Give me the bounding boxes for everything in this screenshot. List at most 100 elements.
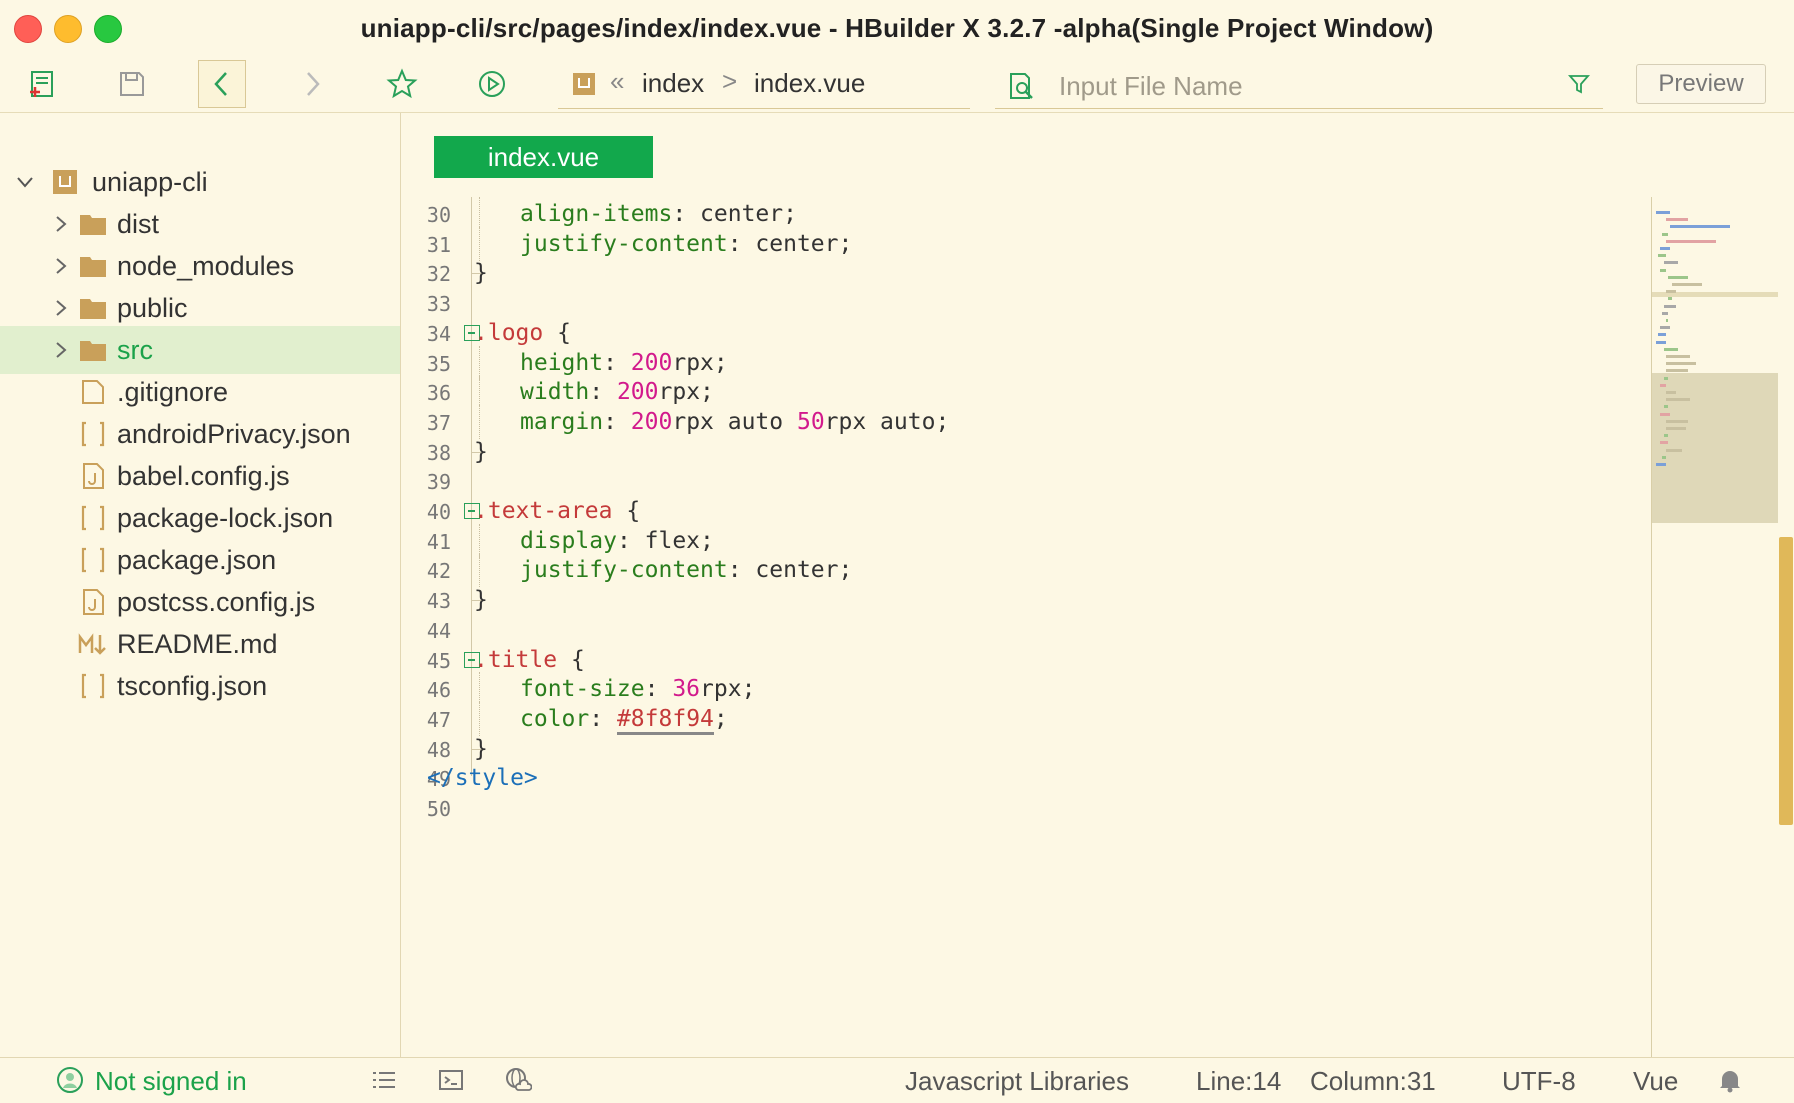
minimap-line bbox=[1666, 355, 1690, 358]
file-search-input[interactable] bbox=[1057, 68, 1541, 104]
code-token: ; bbox=[713, 350, 728, 376]
code-token: .text-area bbox=[474, 498, 613, 524]
line-number: 38 bbox=[426, 441, 451, 465]
minimap-line bbox=[1660, 268, 1666, 272]
javascript-libraries[interactable]: Javascript Libraries bbox=[905, 1066, 1129, 1097]
tree-item-androidprivacy-json[interactable]: androidPrivacy.json bbox=[0, 410, 400, 458]
code-line[interactable]: 39 bbox=[401, 464, 1651, 498]
tree-item-tsconfig-json[interactable]: tsconfig.json bbox=[0, 662, 400, 710]
run-button[interactable] bbox=[468, 60, 516, 108]
code-token: font-size bbox=[520, 676, 645, 702]
code-token: width bbox=[520, 379, 590, 405]
tree-item-package-json[interactable]: package.json bbox=[0, 536, 400, 584]
minimap-line bbox=[1662, 311, 1668, 315]
preview-button[interactable]: Preview bbox=[1636, 64, 1766, 104]
code-line[interactable]: 50 bbox=[401, 791, 1651, 825]
minimap-line bbox=[1666, 319, 1668, 322]
code-token: center bbox=[755, 231, 839, 257]
chevron-right-icon[interactable] bbox=[52, 341, 70, 359]
breadcrumb: « index > index.vue bbox=[558, 62, 970, 109]
code-token: rpx bbox=[700, 676, 742, 702]
language-mode[interactable]: Vue bbox=[1633, 1066, 1678, 1097]
code-line[interactable]: 42 justify-content: center; bbox=[401, 553, 1651, 587]
minimap-line bbox=[1666, 391, 1676, 394]
chevron-right-icon[interactable] bbox=[52, 257, 70, 275]
line-number: 32 bbox=[426, 262, 451, 286]
tree-item-label: postcss.config.js bbox=[117, 586, 316, 617]
code-token: : bbox=[644, 676, 673, 702]
code-token: } bbox=[474, 587, 488, 613]
new-file-button[interactable] bbox=[18, 60, 66, 108]
tree-item-node-modules[interactable]: node_modules bbox=[0, 242, 400, 290]
minimap-line bbox=[1666, 362, 1696, 366]
window-title: uniapp-cli/src/pages/index/index.vue - H… bbox=[360, 13, 1434, 43]
code-line[interactable]: 30 align-items: center; bbox=[401, 197, 1651, 231]
code-line[interactable]: 32} bbox=[401, 256, 1651, 290]
code-token: 200 bbox=[630, 350, 673, 376]
tree-item-babel-config-js[interactable]: babel.config.js bbox=[0, 452, 400, 500]
tree-item-src[interactable]: src bbox=[0, 326, 400, 374]
code-token: } bbox=[474, 260, 488, 286]
editor-tab-active[interactable]: index.vue bbox=[434, 136, 653, 178]
code-line[interactable]: 47 color: #8f8f94; bbox=[401, 702, 1651, 736]
code-token: ; bbox=[838, 231, 853, 257]
line-number: 50 bbox=[426, 797, 451, 821]
code-line[interactable]: 37 margin: 200rpx auto 50rpx auto; bbox=[401, 405, 1651, 439]
code-token: 50 bbox=[796, 409, 825, 435]
chevron-right-icon[interactable] bbox=[52, 299, 70, 317]
cloud-globe-icon[interactable] bbox=[504, 1066, 532, 1094]
back-button[interactable] bbox=[198, 60, 246, 108]
minimap-line bbox=[1662, 232, 1668, 236]
tree-item-postcss-config-js[interactable]: postcss.config.js bbox=[0, 578, 400, 626]
favorite-button[interactable] bbox=[378, 60, 426, 108]
tree-item-gitignore[interactable]: .gitignore bbox=[0, 368, 400, 416]
code-token: : bbox=[589, 379, 617, 405]
js-file-icon bbox=[83, 463, 104, 489]
code-line[interactable]: 40 .text-area { bbox=[401, 494, 1651, 528]
chevron-right-icon[interactable] bbox=[52, 215, 70, 233]
code-line[interactable]: 33 bbox=[401, 286, 1651, 320]
sign-in-status[interactable]: Not signed in bbox=[95, 1066, 247, 1097]
code-token: { bbox=[543, 320, 571, 346]
tree-item-project[interactable]: uniapp-cli bbox=[0, 158, 400, 206]
terminal-icon[interactable] bbox=[437, 1066, 465, 1094]
code-token: 200 bbox=[630, 409, 673, 435]
code-token: display bbox=[520, 528, 617, 554]
code-line[interactable]: 43} bbox=[401, 583, 1651, 617]
user-avatar-icon[interactable] bbox=[56, 1066, 84, 1094]
code-token: center bbox=[700, 201, 784, 227]
minimap-line bbox=[1666, 239, 1716, 243]
breadcrumb-item-index[interactable]: index bbox=[642, 68, 704, 99]
tree-item-package-lock-json[interactable]: package-lock.json bbox=[0, 494, 400, 542]
cursor-column[interactable]: Column:31 bbox=[1310, 1066, 1436, 1097]
file-encoding[interactable]: UTF-8 bbox=[1502, 1066, 1576, 1097]
chevron-down-icon[interactable] bbox=[16, 173, 34, 191]
save-button[interactable] bbox=[108, 60, 156, 108]
outline-list-icon[interactable] bbox=[370, 1066, 398, 1094]
tree-item-readme-md[interactable]: README.md bbox=[0, 620, 400, 668]
code-line[interactable]: 44 bbox=[401, 613, 1651, 647]
minimap-line bbox=[1658, 254, 1666, 258]
line-number: 30 bbox=[426, 203, 451, 227]
line-number: 40 bbox=[426, 500, 451, 524]
tree-item-label: tsconfig.json bbox=[117, 670, 268, 701]
vertical-scrollbar-thumb[interactable] bbox=[1779, 537, 1793, 825]
code-line[interactable]: 34 .logo { bbox=[401, 316, 1651, 350]
code-line[interactable]: 49 </style> bbox=[401, 761, 1651, 795]
minimap-line bbox=[1666, 398, 1690, 402]
tree-item-label: package-lock.json bbox=[117, 502, 334, 533]
forward-button[interactable] bbox=[288, 60, 336, 108]
minimap[interactable] bbox=[1651, 197, 1778, 1057]
star-icon bbox=[386, 68, 418, 99]
breadcrumb-item-file[interactable]: index.vue bbox=[754, 68, 865, 99]
code-line[interactable]: 36 width: 200rpx; bbox=[401, 375, 1651, 409]
tree-item-public[interactable]: public bbox=[0, 284, 400, 332]
code-token: } bbox=[474, 736, 488, 762]
filter-icon[interactable] bbox=[1567, 72, 1591, 96]
tree-item-dist[interactable]: dist bbox=[0, 200, 400, 248]
title-bar: uniapp-cli/src/pages/index/index.vue - H… bbox=[0, 0, 1794, 54]
code-line[interactable]: 46 font-size: 36rpx; bbox=[401, 672, 1651, 706]
cursor-line[interactable]: Line:14 bbox=[1196, 1066, 1281, 1097]
code-token: ; bbox=[838, 557, 853, 583]
bell-icon[interactable] bbox=[1716, 1066, 1744, 1094]
